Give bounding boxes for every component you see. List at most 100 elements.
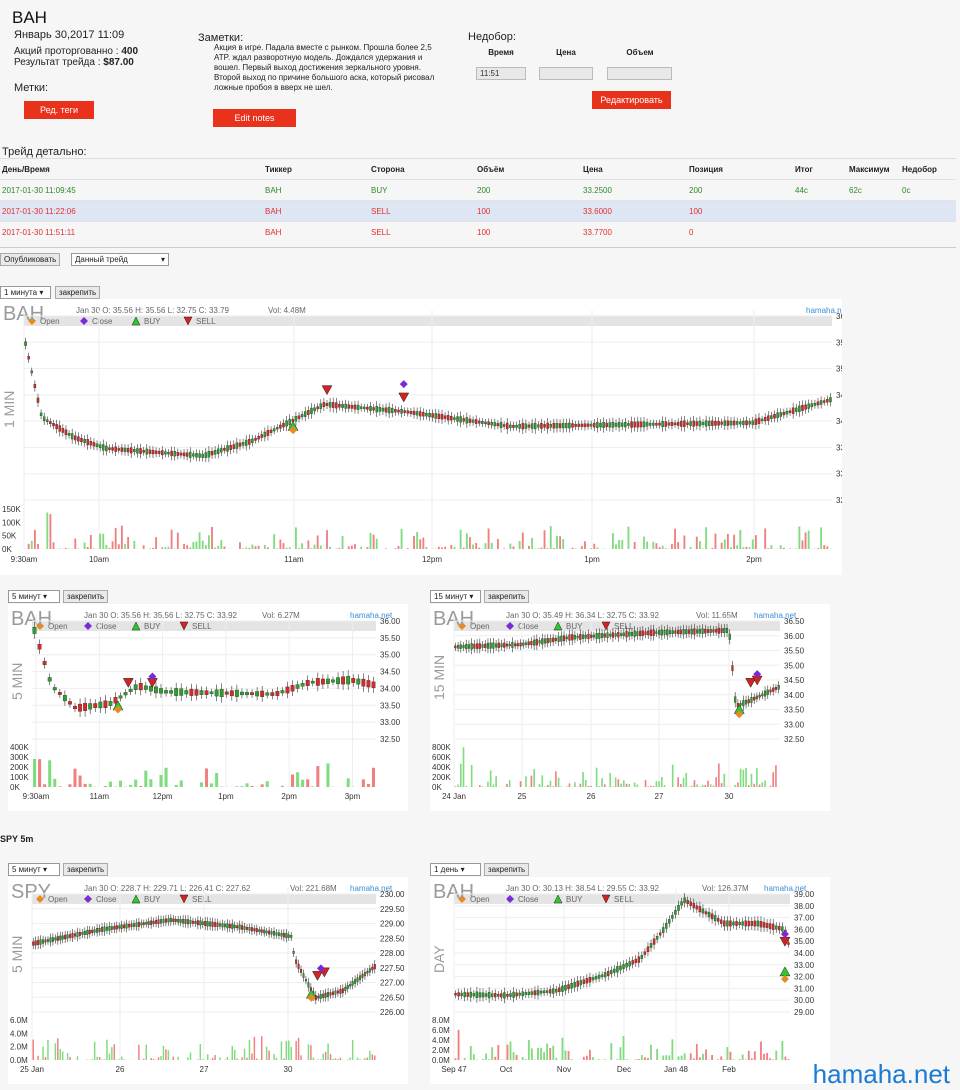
- volume-bar: [647, 786, 649, 787]
- candle: [190, 920, 192, 924]
- volume-bar: [460, 530, 462, 549]
- volume-bar: [805, 532, 807, 549]
- volume-bar: [580, 784, 582, 787]
- shortfall-volume-input[interactable]: [607, 67, 672, 80]
- chart-ohlc-info: Jan 30 O: 35.49 H: 36.34 L: 32.75 C: 33.…: [506, 611, 660, 620]
- interval-select-2[interactable]: 5 минут ▾: [8, 590, 60, 603]
- volume-bar: [485, 543, 487, 549]
- volume-bar: [634, 542, 636, 549]
- candle: [165, 919, 167, 923]
- volume-bar: [552, 786, 554, 787]
- candle: [686, 423, 688, 425]
- divider: [0, 247, 956, 248]
- candle: [488, 422, 490, 425]
- candle: [639, 631, 641, 636]
- table-row[interactable]: 2017-01-30 11:22:06 BAH SELL 100 33.6000…: [0, 200, 956, 221]
- interval-value: 5 минут: [12, 592, 41, 601]
- candle: [457, 645, 459, 648]
- candle: [777, 413, 779, 418]
- volume-bar: [705, 527, 707, 549]
- candle: [691, 629, 693, 634]
- chart-volume-info: Vol: 11.65M: [696, 611, 738, 620]
- trade-select[interactable]: Данный трейд▾: [71, 253, 169, 266]
- volume-tick-label: 600K: [432, 753, 451, 762]
- candle: [602, 422, 604, 428]
- x-tick-label: 11am: [284, 555, 304, 564]
- x-tick-label: 24 Jan: [442, 792, 466, 801]
- volume-bar: [471, 765, 473, 787]
- interval-select-1[interactable]: 1 минута ▾: [0, 286, 51, 299]
- volume-bar: [740, 769, 742, 787]
- candle: [62, 936, 64, 940]
- volume-bar: [143, 1059, 144, 1060]
- volume-bar: [721, 543, 723, 549]
- x-tick-label: 26: [116, 1065, 125, 1074]
- pin-button-4[interactable]: закрепить: [63, 863, 108, 876]
- volume-tick-label: 50K: [2, 532, 17, 541]
- pin-button-1[interactable]: закрепить: [55, 286, 100, 299]
- candle: [288, 935, 290, 938]
- edit-shortfall-button[interactable]: Редактировать: [592, 91, 671, 109]
- volume-bar: [115, 528, 117, 549]
- table-row[interactable]: 2017-01-30 11:09:45 BAH BUY 200 33.2500 …: [0, 179, 956, 200]
- pin-button-5[interactable]: закрепить: [484, 863, 529, 876]
- volume-bar: [766, 1053, 768, 1060]
- candle: [770, 690, 772, 692]
- price-tick-label: 29.00: [794, 1008, 815, 1017]
- candle: [286, 421, 288, 427]
- brand-watermark[interactable]: hamaha.net: [813, 1059, 950, 1090]
- candle: [598, 633, 600, 638]
- candle: [711, 914, 713, 919]
- cell-position: 200: [689, 180, 702, 201]
- shortfall-volume-header: Объем: [608, 48, 672, 57]
- candle: [153, 921, 155, 924]
- interval-select-5[interactable]: 1 день ▾: [430, 863, 481, 876]
- candle: [677, 905, 679, 910]
- candle: [674, 910, 676, 914]
- publish-button[interactable]: Опубликовать: [0, 253, 60, 266]
- candle: [687, 900, 689, 903]
- candle: [266, 931, 268, 933]
- candle: [144, 686, 148, 690]
- volume-bar: [53, 779, 56, 787]
- candle: [817, 402, 819, 405]
- shortfall-price-input[interactable]: [539, 67, 593, 80]
- volume-bar: [239, 542, 241, 549]
- volume-bar: [690, 1053, 692, 1060]
- interval-select-4[interactable]: 5 минут ▾: [8, 863, 60, 876]
- candle: [476, 644, 478, 649]
- interval-select-3[interactable]: 15 минут ▾: [430, 590, 481, 603]
- pin-button-2[interactable]: закрепить: [63, 590, 108, 603]
- volume-bar: [419, 539, 421, 549]
- candle: [567, 985, 569, 989]
- chart-panel-3: OpenCloseBUYSELLBAHJan 30 O: 35.49 H: 36…: [430, 604, 830, 811]
- pin-button-3[interactable]: закрепить: [484, 590, 529, 603]
- price-tick-label: 228.00: [380, 949, 405, 958]
- candle: [631, 632, 633, 636]
- volume-bar: [590, 548, 592, 549]
- candle: [111, 927, 113, 930]
- price-tick-label: 33.00: [836, 470, 842, 479]
- volume-bar: [507, 1045, 509, 1060]
- volume-bar: [721, 783, 723, 787]
- candle: [186, 453, 188, 457]
- candle: [236, 926, 238, 928]
- volume-bar: [808, 531, 810, 549]
- volume-bar: [119, 781, 122, 787]
- candle: [52, 937, 54, 941]
- candle: [556, 423, 558, 428]
- candle: [298, 416, 300, 419]
- candle: [248, 439, 250, 444]
- edit-notes-button[interactable]: Edit notes: [213, 109, 296, 127]
- volume-bar: [620, 784, 622, 787]
- table-row[interactable]: 2017-01-30 11:51:11 BAH SELL 100 33.7700…: [0, 221, 956, 242]
- volume-bar: [177, 1057, 178, 1060]
- edit-tags-button[interactable]: Ред. теги: [24, 101, 94, 119]
- volume-bar: [214, 548, 216, 549]
- volume-bar: [528, 1040, 530, 1060]
- candle: [632, 960, 634, 964]
- volume-bar: [244, 1049, 245, 1060]
- volume-bar: [658, 781, 660, 787]
- shortfall-time-input[interactable]: 11:51: [476, 67, 526, 80]
- candle: [187, 919, 189, 924]
